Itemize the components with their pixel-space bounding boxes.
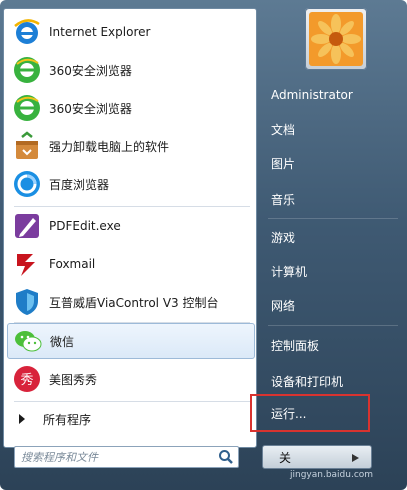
program-label: 360安全浏览器 xyxy=(49,101,132,116)
internet-explorer-icon xyxy=(14,19,40,44)
user-avatar[interactable] xyxy=(305,8,367,70)
program-foxmail[interactable]: Foxmail xyxy=(7,246,255,282)
right-item-documents[interactable]: 文档 xyxy=(263,114,403,144)
right-item-games[interactable]: 游戏 xyxy=(263,222,403,252)
program-meitu[interactable]: 秀 美图秀秀 xyxy=(7,361,255,397)
right-item-music[interactable]: 音乐 xyxy=(263,184,403,214)
watermark: jingyan.baidu.com xyxy=(290,470,374,480)
programs-panel: Internet Explorer 360安全浏览器 360安全浏览器 强力卸载… xyxy=(3,8,257,448)
viacontrol-shield-icon xyxy=(16,289,38,315)
right-item-label: 控制面板 xyxy=(271,338,320,353)
separator xyxy=(268,325,398,326)
right-item-label: Administrator xyxy=(271,88,353,102)
uninstaller-icon xyxy=(16,131,38,159)
right-item-control-panel[interactable]: 控制面板 xyxy=(263,330,403,360)
separator xyxy=(14,401,250,402)
run-highlight-box xyxy=(250,394,370,432)
all-programs-label: 所有程序 xyxy=(43,412,92,427)
baidu-browser-icon xyxy=(14,171,40,197)
right-item-devices-printers[interactable]: 设备和打印机 xyxy=(263,366,403,396)
right-item-label: 游戏 xyxy=(271,230,296,245)
program-label: Internet Explorer xyxy=(49,25,151,39)
program-label: 百度浏览器 xyxy=(49,177,110,192)
chevron-right-icon[interactable] xyxy=(349,453,363,463)
program-360-browser[interactable]: 360安全浏览器 xyxy=(7,52,255,88)
svg-text:秀: 秀 xyxy=(20,373,33,388)
search-box xyxy=(14,446,239,468)
program-360-browser-2[interactable]: 360安全浏览器 xyxy=(7,90,255,126)
meitu-icon: 秀 xyxy=(14,366,40,392)
program-pdfedit[interactable]: PDFEdit.exe xyxy=(7,208,255,244)
program-label: 微信 xyxy=(50,334,75,349)
right-item-label: 文档 xyxy=(271,122,296,137)
program-label: 美图秀秀 xyxy=(49,372,98,387)
program-label: 互普威盾ViaControl V3 控制台 xyxy=(49,295,219,310)
program-wechat[interactable]: 微信 xyxy=(7,323,255,359)
start-menu: Internet Explorer 360安全浏览器 360安全浏览器 强力卸载… xyxy=(0,0,407,490)
program-viacontrol[interactable]: 互普威盾ViaControl V3 控制台 xyxy=(7,284,255,320)
search-icon[interactable] xyxy=(217,448,235,466)
separator xyxy=(268,218,398,219)
right-item-label: 图片 xyxy=(271,156,296,171)
program-label: 360安全浏览器 xyxy=(49,63,132,78)
search-input[interactable] xyxy=(15,447,217,467)
shutdown-label: 关 xyxy=(279,450,292,465)
flower-icon xyxy=(309,12,363,66)
right-item-computer[interactable]: 计算机 xyxy=(263,256,403,286)
right-item-label: 设备和打印机 xyxy=(271,374,344,389)
360-browser-icon xyxy=(14,95,40,121)
all-programs-button[interactable]: 所有程序 xyxy=(7,405,255,433)
right-item-network[interactable]: 网络 xyxy=(263,290,403,320)
program-baidu-browser[interactable]: 百度浏览器 xyxy=(7,166,255,202)
program-label: PDFEdit.exe xyxy=(49,219,121,233)
foxmail-icon xyxy=(17,254,35,276)
pdfedit-icon xyxy=(15,214,39,238)
right-item-pictures[interactable]: 图片 xyxy=(263,148,403,178)
program-internet-explorer[interactable]: Internet Explorer xyxy=(7,14,255,50)
right-item-user[interactable]: Administrator xyxy=(263,80,403,110)
right-item-label: 音乐 xyxy=(271,192,296,207)
program-uninstaller[interactable]: 强力卸载电脑上的软件 xyxy=(7,128,255,164)
shutdown-button[interactable]: 关 xyxy=(262,445,372,469)
program-label: 强力卸载电脑上的软件 xyxy=(49,139,170,154)
program-label: Foxmail xyxy=(49,257,96,271)
wechat-icon xyxy=(15,331,42,352)
360-browser-icon xyxy=(14,57,40,83)
arrow-right-icon xyxy=(19,414,25,424)
right-item-label: 网络 xyxy=(271,298,296,313)
right-item-label: 计算机 xyxy=(271,264,308,279)
separator xyxy=(14,206,250,207)
